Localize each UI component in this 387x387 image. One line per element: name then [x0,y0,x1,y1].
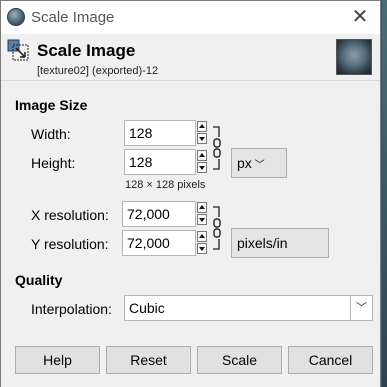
dialog-body: Image Size Width: 128 Height: 128 px ﹀ 1… [1,81,380,387]
interpolation-value: Cubic [129,300,165,316]
scale-image-icon [7,39,29,61]
height-input[interactable]: 128 [124,149,196,175]
yres-stepper[interactable] [196,230,208,256]
xres-input[interactable]: 72,000 [122,201,196,227]
close-icon[interactable]: ✕ [350,7,370,27]
width-label: Width: [31,126,71,142]
size-note: 128 × 128 pixels [125,179,206,191]
scale-image-dialog: Scale Image ✕ Scale Image [texture02] (e… [0,0,381,387]
quality-title: Quality [15,272,63,288]
yres-decrement[interactable] [197,243,207,254]
yres-input[interactable]: 72,000 [122,230,196,256]
xres-stepper[interactable] [196,201,208,227]
chain-link-icon[interactable] [211,125,223,171]
width-decrement[interactable] [197,133,207,144]
resolution-chain-icon[interactable] [211,205,223,251]
chevron-down-icon[interactable]: ﹀ [350,296,372,320]
yres-label: Y resolution: [31,236,109,252]
image-size-title: Image Size [15,97,88,113]
help-button[interactable]: Help [15,346,100,374]
size-unit-select[interactable]: px ﹀ [231,148,287,178]
xres-decrement[interactable] [197,214,207,225]
scale-button[interactable]: Scale [197,346,282,374]
size-unit-value: px [237,155,252,171]
height-increment[interactable] [197,150,207,161]
header-subtitle: [texture02] (exported)-12 [37,65,159,77]
resolution-unit-value: pixels/in [237,235,288,251]
xres-label: X resolution: [31,207,109,223]
window-title: Scale Image [31,9,115,26]
dialog-header: Scale Image [texture02] (exported)-12 [1,34,380,81]
resolution-unit-select[interactable]: pixels/in [231,228,329,258]
height-label: Height: [31,155,76,171]
xres-increment[interactable] [197,202,207,213]
width-stepper[interactable] [196,120,208,146]
height-stepper[interactable] [196,149,208,175]
image-thumbnail [336,39,372,75]
width-input[interactable]: 128 [124,120,196,146]
interpolation-label: Interpolation: [31,301,112,317]
background-window-edge [382,0,387,387]
header-title: Scale Image [37,41,136,60]
cancel-button[interactable]: Cancel [288,346,373,374]
yres-increment[interactable] [197,231,207,242]
gimp-icon [7,8,25,26]
title-bar: Scale Image ✕ [1,1,380,34]
height-decrement[interactable] [197,162,207,173]
interpolation-select[interactable]: Cubic ﹀ [124,295,373,321]
reset-button[interactable]: Reset [106,346,191,374]
width-increment[interactable] [197,121,207,132]
chevron-down-icon: ﹀ [254,159,265,171]
